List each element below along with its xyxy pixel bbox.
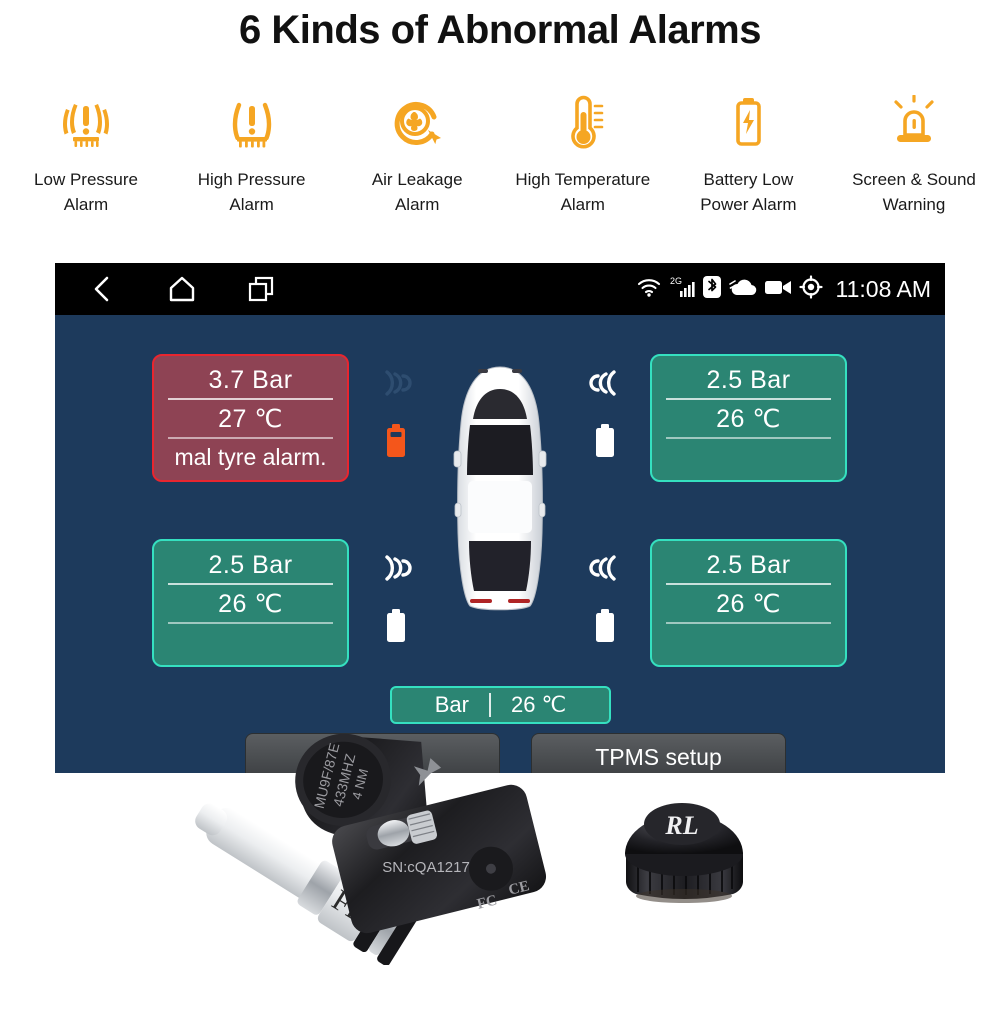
- signal-waves-icon: [378, 548, 414, 593]
- battery-icon: [385, 609, 407, 648]
- tire-tile-rear-left[interactable]: 2.5 Bar 26 ℃: [152, 539, 349, 667]
- signal-2g-icon: 2G: [669, 275, 695, 304]
- tire-temperature-value: 26 ℃: [168, 589, 333, 624]
- low-pressure-tire-icon: [58, 92, 114, 154]
- video-camera-icon: [764, 277, 792, 302]
- high-pressure-tire-icon: [224, 92, 280, 154]
- tire-temperature-value: 27 ℃: [168, 404, 333, 439]
- cap-sensor-photo: RL: [612, 788, 757, 918]
- battery-icon: [385, 424, 407, 463]
- feature-label: Screen & Sound Warning: [852, 170, 976, 214]
- battery-low-icon: [726, 92, 770, 154]
- bluetooth-icon: [702, 275, 722, 304]
- feature-low-pressure: Low Pressure Alarm: [6, 92, 166, 217]
- tire-pressure-value: 3.7 Bar: [168, 366, 333, 400]
- sensor-status-front-left: [373, 363, 419, 463]
- tire-alarm-message: mal tyre alarm.: [174, 444, 327, 470]
- recent-apps-icon[interactable]: [245, 272, 279, 306]
- tire-pressure-value: 2.5 Bar: [168, 551, 333, 585]
- page-title: 6 Kinds of Abnormal Alarms: [239, 8, 761, 52]
- tire-tile-front-right[interactable]: 2.5 Bar 26 ℃: [650, 354, 847, 482]
- android-status-bar: 2G 11:08 AM: [55, 263, 945, 315]
- feature-label: Air Leakage Alarm: [371, 170, 463, 214]
- tire-tile-front-left[interactable]: 3.7 Bar 27 ℃ mal tyre alarm.: [152, 354, 349, 482]
- tire-tile-rear-right[interactable]: 2.5 Bar 26 ℃: [650, 539, 847, 667]
- status-clock: 11:08 AM: [835, 275, 931, 302]
- feature-label: High Pressure Alarm: [197, 170, 306, 214]
- page-root: 6 Kinds of Abnormal Alarms Low Pressure …: [0, 0, 1000, 1021]
- signal-waves-icon: [587, 548, 623, 593]
- tire-pressure-value: 2.5 Bar: [666, 366, 831, 400]
- valve-stem-sensor-photo: FL MU9F/87E 433MHZ 4 NM: [160, 665, 590, 966]
- sensor-status-rear-right: [582, 548, 628, 648]
- feature-battery-low: Battery Low Power Alarm: [668, 92, 828, 217]
- gps-location-icon: [798, 274, 823, 304]
- feature-list: Low Pressure Alarm High Pressure Alarm A…: [0, 92, 1000, 217]
- feature-label: Low Pressure Alarm: [34, 170, 138, 214]
- android-nav-bar: [85, 272, 279, 306]
- battery-icon: [594, 424, 616, 463]
- tire-temperature-value: 26 ℃: [666, 589, 831, 624]
- feature-air-leakage: Air Leakage Alarm: [337, 92, 497, 217]
- feature-high-temperature: High Temperature Alarm: [503, 92, 663, 217]
- battery-icon: [594, 609, 616, 648]
- svg-text:RL: RL: [664, 811, 698, 840]
- sensor-status-front-right: [582, 363, 628, 463]
- back-icon[interactable]: [85, 272, 119, 306]
- thermometer-icon: [559, 92, 607, 154]
- siren-alarm-icon: [888, 92, 940, 154]
- tire-temperature-value: 26 ℃: [666, 404, 831, 439]
- signal-waves-icon: [378, 363, 414, 408]
- wifi-icon: [636, 276, 662, 303]
- air-leakage-icon: [388, 92, 446, 154]
- feature-label: High Temperature Alarm: [515, 170, 651, 214]
- svg-text:2G: 2G: [670, 276, 682, 286]
- feature-label: Battery Low Power Alarm: [700, 170, 797, 214]
- car-top-view-illustration: [440, 363, 560, 613]
- svg-text:FC: FC: [475, 892, 498, 912]
- status-indicators: 2G 11:08 AM: [636, 274, 931, 304]
- feature-screen-sound: Screen & Sound Warning: [834, 92, 994, 217]
- cloud-icon: [728, 276, 757, 303]
- feature-high-pressure: High Pressure Alarm: [172, 92, 332, 217]
- tire-pressure-value: 2.5 Bar: [666, 551, 831, 585]
- sensor-status-rear-left: [373, 548, 419, 648]
- signal-waves-icon: [587, 363, 623, 408]
- home-icon[interactable]: [165, 272, 199, 306]
